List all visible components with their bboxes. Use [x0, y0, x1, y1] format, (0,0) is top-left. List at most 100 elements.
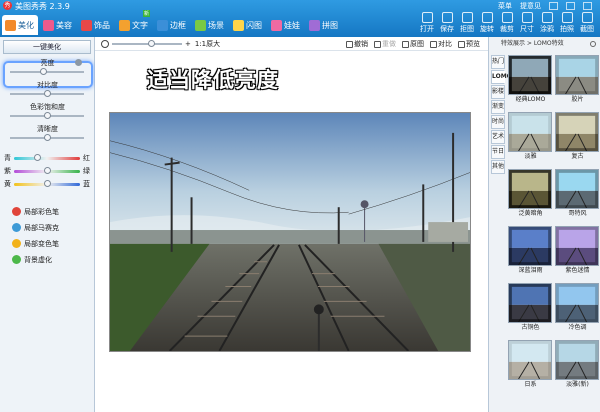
color-track[interactable] [14, 157, 80, 160]
effect-category-tab[interactable]: 热门 [491, 55, 505, 69]
toolbar-save-button[interactable]: 保存 [438, 12, 456, 34]
effects-breadcrumb: 特效展示 > LOMO特效 [501, 40, 564, 47]
effect-item[interactable]: 哥特风 [555, 169, 600, 221]
effect-category-tab[interactable]: 影楼 [491, 85, 505, 99]
minimize-icon[interactable] [549, 2, 558, 10]
tab-label: 闪图 [246, 20, 262, 30]
app-logo-icon: 秀 [3, 1, 12, 10]
toolbar-label: 裁剪 [500, 25, 514, 33]
slider-knob[interactable] [44, 134, 51, 141]
effect-item[interactable]: 日系 [508, 340, 553, 392]
feedback-link[interactable]: 提意见 [520, 1, 541, 11]
slider-3: 清晰度 [4, 124, 90, 146]
tab-7[interactable]: 娃娃 [268, 15, 304, 35]
color-left-label: 青 [4, 154, 11, 162]
close-icon[interactable] [583, 2, 592, 10]
effect-categories: 热门 LOMO 影楼 渐变 时尚 艺术 节日 其他 [491, 55, 512, 175]
tab-1[interactable]: 美容 [40, 15, 76, 35]
tab-label: 边框 [170, 20, 186, 30]
preview-icon [458, 40, 465, 48]
zoom-slider[interactable] [112, 39, 182, 47]
toolbar-camera-button[interactable]: 拍照 [558, 12, 576, 34]
effect-category-tab[interactable]: 渐变 [491, 100, 505, 114]
title-bar: 秀 美图秀秀 2.3.9 菜单 提意见 [0, 0, 600, 11]
slider-knob[interactable] [40, 68, 48, 75]
tab-icon [5, 19, 16, 31]
slider-knob[interactable] [44, 112, 51, 119]
tab-0[interactable]: 美化 [2, 15, 38, 35]
help-icon[interactable] [590, 41, 596, 47]
effect-item[interactable]: 紫色迷情 [555, 226, 600, 278]
toolbar-label: 拒图 [460, 25, 474, 33]
effect-category-tab[interactable]: 节日 [491, 145, 505, 159]
toolbar-crop-button[interactable]: 裁剪 [498, 12, 516, 34]
action-original[interactable]: 原图 [402, 39, 424, 49]
effect-label: 深蓝泪雨 [518, 267, 543, 274]
color-right-label: 红 [83, 154, 90, 162]
effect-thumbnail [508, 340, 552, 380]
brush-tool-2[interactable]: 局部变色笔 [12, 237, 94, 250]
canvas-actions: 撤销 重做 原图 对比 预览 [346, 39, 480, 49]
zoom-slider-knob[interactable] [147, 39, 155, 47]
toolbar-resize-button[interactable]: 尺寸 [518, 12, 536, 34]
toolbar-label: 旋转 [480, 25, 494, 33]
tab-icon [271, 19, 282, 31]
zoom-in-icon[interactable]: + [185, 40, 191, 48]
effect-category-tab[interactable]: 其他 [491, 160, 505, 174]
brush-icon [12, 207, 21, 216]
effect-category-tab[interactable]: 艺术 [491, 130, 505, 144]
tab-3[interactable]: 文字 新 [116, 10, 152, 35]
effect-item[interactable]: 复古 [555, 112, 600, 164]
tab-6[interactable]: 闪图 [230, 15, 266, 35]
color-knob[interactable] [44, 167, 51, 174]
tab-4[interactable]: 边框 [154, 15, 190, 35]
one-click-beautify-button[interactable]: 一键美化 [3, 40, 91, 54]
photo-canvas[interactable] [109, 112, 471, 352]
action-compare[interactable]: 对比 [430, 39, 452, 49]
effect-label: 胶片 [571, 96, 584, 103]
effect-item[interactable]: 胶片 [555, 55, 600, 107]
brush-tool-1[interactable]: 局部马赛克 [12, 221, 94, 234]
action-undo[interactable]: 撤销 [346, 39, 368, 49]
reset-icon[interactable] [75, 59, 82, 66]
brush-tool-0[interactable]: 局部彩色笔 [12, 205, 94, 218]
toolbar-label: 保存 [440, 25, 454, 33]
adjust-panel: 一键美化 亮度 对比度 色彩饱和度 清晰度 青红紫绿黄蓝 局部彩色笔 局部马赛克 局部变色… [0, 37, 95, 412]
toolbar-image-button[interactable]: 拒图 [458, 12, 476, 34]
zoom-original-size[interactable]: 1:1原大 [195, 39, 220, 49]
toolbar-folder-open-button[interactable]: 打开 [418, 12, 436, 34]
toolbar-screenshot-button[interactable]: 截图 [578, 12, 596, 34]
effect-item[interactable]: 淡雅(新) [555, 340, 600, 392]
slider-1: 对比度 [4, 80, 90, 102]
effect-label: 古铜色 [521, 324, 540, 331]
brush-tool-3[interactable]: 背景虚化 [12, 253, 94, 266]
menu-link[interactable]: 菜单 [498, 1, 512, 11]
color-knob[interactable] [44, 180, 51, 187]
tab-8[interactable]: 拼图 [306, 15, 342, 35]
effect-label: 泛黄暗角 [518, 210, 543, 217]
effect-category-tab[interactable]: 时尚 [491, 115, 505, 129]
tab-5[interactable]: 场景 [192, 15, 228, 35]
effect-thumbnail [555, 340, 599, 380]
tab-2[interactable]: 饰品 [78, 15, 114, 35]
toolbar-label: 涂鸦 [540, 25, 554, 33]
toolbar-brush-button[interactable]: 涂鸦 [538, 12, 556, 34]
toolbar-rotate-button[interactable]: 旋转 [478, 12, 496, 34]
effect-thumbnail [508, 55, 552, 95]
effect-category-tab[interactable]: LOMO [491, 70, 512, 84]
toolbar-label: 打开 [420, 25, 434, 33]
effect-item[interactable]: 深蓝泪雨 [508, 226, 553, 278]
slider-label: 对比度 [37, 81, 58, 89]
maximize-icon[interactable] [566, 2, 575, 10]
effect-thumbnail [508, 112, 552, 152]
effect-item[interactable]: 经典LOMO [508, 55, 553, 107]
effect-label: 日系 [524, 381, 537, 388]
action-redo: 重做 [374, 39, 396, 49]
effect-item[interactable]: 古铜色 [508, 283, 553, 335]
effect-item[interactable]: 冷色调 [555, 283, 600, 335]
effect-item[interactable]: 淡雅 [508, 112, 553, 164]
action-preview[interactable]: 预览 [458, 39, 480, 49]
effect-item[interactable]: 泛黄暗角 [508, 169, 553, 221]
slider-knob[interactable] [44, 90, 51, 97]
screenshot-icon [581, 12, 593, 23]
